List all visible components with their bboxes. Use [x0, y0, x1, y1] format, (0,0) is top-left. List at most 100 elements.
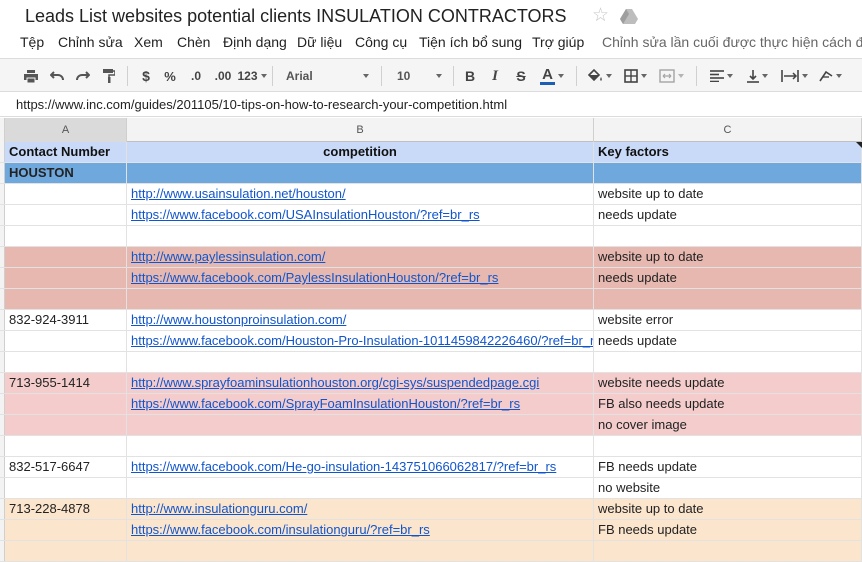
menu-view[interactable]: Xem	[134, 34, 163, 50]
cell-a[interactable]	[5, 331, 127, 352]
column-header-b[interactable]: B	[127, 118, 594, 142]
cell-a[interactable]	[5, 205, 127, 226]
cell-c[interactable]: FB needs update	[594, 457, 862, 478]
menu-addons[interactable]: Tiện ích bổ sung	[419, 34, 522, 50]
cell-a[interactable]	[5, 520, 127, 541]
cell-c[interactable]	[594, 541, 862, 562]
cell-c[interactable]: website up to date	[594, 184, 862, 205]
strikethrough-button[interactable]: S	[511, 65, 531, 87]
text-color-button[interactable]: A	[535, 65, 569, 87]
currency-format-button[interactable]: $	[136, 65, 156, 87]
cell-b[interactable]	[127, 163, 594, 184]
cell-c[interactable]: website up to date	[594, 247, 862, 268]
italic-button[interactable]: I	[485, 65, 505, 87]
cell-c[interactable]	[594, 226, 862, 247]
move-to-folder-icon[interactable]	[620, 8, 638, 24]
url-link[interactable]: https://www.facebook.com/Houston-Pro-Ins…	[131, 333, 593, 348]
cell-b[interactable]	[127, 478, 594, 499]
font-size-dropdown[interactable]: 10	[393, 65, 445, 87]
borders-button[interactable]	[619, 65, 651, 87]
print-icon[interactable]	[20, 65, 42, 87]
horizontal-align-button[interactable]	[704, 65, 738, 87]
url-link[interactable]: http://www.sprayfoaminsulationhouston.or…	[131, 375, 539, 390]
cell-a[interactable]	[5, 352, 127, 373]
cell-b[interactable]: https://www.facebook.com/SprayFoamInsula…	[127, 394, 594, 415]
cell-a[interactable]: 832-517-6647	[5, 457, 127, 478]
url-link[interactable]: https://www.facebook.com/SprayFoamInsula…	[131, 396, 520, 411]
url-link[interactable]: http://www.houstonproinsulation.com/	[131, 312, 346, 327]
cell-b[interactable]: https://www.facebook.com/He-go-insulatio…	[127, 457, 594, 478]
menu-edit[interactable]: Chỉnh sửa	[58, 34, 123, 50]
increase-decimal-button[interactable]: .00	[210, 65, 236, 87]
cell-c[interactable]: needs update	[594, 331, 862, 352]
cell-b[interactable]: http://www.houstonproinsulation.com/	[127, 310, 594, 331]
cell-a[interactable]	[5, 436, 127, 457]
undo-icon[interactable]	[46, 65, 68, 87]
cell-b[interactable]	[127, 289, 594, 310]
cell-a[interactable]	[5, 541, 127, 562]
cell-c[interactable]: FB also needs update	[594, 394, 862, 415]
menu-insert[interactable]: Chèn	[177, 34, 210, 50]
cell-c[interactable]: no website	[594, 478, 862, 499]
header-cell-a[interactable]: Contact Number	[5, 142, 127, 163]
more-formats-dropdown[interactable]: 123	[236, 65, 268, 87]
url-link[interactable]: http://www.paylessinsulation.com/	[131, 249, 325, 264]
cell-b[interactable]: http://www.insulationguru.com/	[127, 499, 594, 520]
cell-c[interactable]: needs update	[594, 268, 862, 289]
url-link[interactable]: http://www.insulationguru.com/	[131, 501, 307, 516]
cell-c[interactable]	[594, 352, 862, 373]
cell-a[interactable]: 713-955-1414	[5, 373, 127, 394]
last-edit-link[interactable]: Chỉnh sửa lần cuối được thực hiện cách đ…	[602, 34, 862, 50]
header-cell-b[interactable]: competition	[127, 142, 594, 163]
cell-b[interactable]: http://www.sprayfoaminsulationhouston.or…	[127, 373, 594, 394]
cell-b[interactable]	[127, 541, 594, 562]
cell-a[interactable]	[5, 289, 127, 310]
cell-a[interactable]: HOUSTON	[5, 163, 127, 184]
cell-b[interactable]: http://www.paylessinsulation.com/	[127, 247, 594, 268]
cell-c[interactable]: needs update	[594, 205, 862, 226]
cell-b[interactable]	[127, 436, 594, 457]
paint-format-icon[interactable]	[98, 65, 120, 87]
menu-file[interactable]: Tệp	[20, 34, 44, 50]
text-rotation-button[interactable]	[814, 65, 846, 87]
text-wrapping-button[interactable]	[776, 65, 812, 87]
menu-tools[interactable]: Công cụ	[355, 34, 407, 50]
cell-a[interactable]	[5, 226, 127, 247]
decrease-decimal-button[interactable]: .0	[184, 65, 208, 87]
cell-c[interactable]	[594, 289, 862, 310]
url-link[interactable]: https://www.facebook.com/PaylessInsulati…	[131, 270, 498, 285]
cell-a[interactable]	[5, 268, 127, 289]
cell-a[interactable]	[5, 478, 127, 499]
formula-input[interactable]: https://www.inc.com/guides/201105/10-tip…	[16, 97, 507, 112]
percent-format-button[interactable]: %	[160, 65, 180, 87]
star-icon[interactable]: ☆	[592, 6, 609, 25]
redo-icon[interactable]	[72, 65, 94, 87]
url-link[interactable]: https://www.facebook.com/insulationguru/…	[131, 522, 430, 537]
cell-c[interactable]	[594, 163, 862, 184]
formula-bar[interactable]: https://www.inc.com/guides/201105/10-tip…	[0, 93, 862, 117]
menu-format[interactable]: Định dạng	[223, 34, 287, 50]
cell-c[interactable]	[594, 436, 862, 457]
cell-b[interactable]: https://www.facebook.com/insulationguru/…	[127, 520, 594, 541]
url-link[interactable]: https://www.facebook.com/USAInsulationHo…	[131, 207, 480, 222]
cell-a[interactable]: 832-924-3911	[5, 310, 127, 331]
cell-b[interactable]	[127, 415, 594, 436]
font-family-dropdown[interactable]: Arial	[282, 65, 372, 87]
url-link[interactable]: https://www.facebook.com/He-go-insulatio…	[131, 459, 556, 474]
merge-cells-button[interactable]	[654, 65, 688, 87]
cell-c[interactable]: no cover image	[594, 415, 862, 436]
cell-a[interactable]: 713-228-4878	[5, 499, 127, 520]
url-link[interactable]: http://www.usainsulation.net/houston/	[131, 186, 346, 201]
column-header-c[interactable]: C	[594, 118, 862, 142]
cell-b[interactable]: http://www.usainsulation.net/houston/	[127, 184, 594, 205]
cell-b[interactable]: https://www.facebook.com/PaylessInsulati…	[127, 268, 594, 289]
document-title[interactable]: Leads List websites potential clients IN…	[25, 6, 567, 27]
column-header-a[interactable]: A	[5, 118, 127, 142]
menu-data[interactable]: Dữ liệu	[297, 34, 342, 50]
cell-b[interactable]: https://www.facebook.com/USAInsulationHo…	[127, 205, 594, 226]
menu-help[interactable]: Trợ giúp	[532, 34, 584, 50]
header-cell-c[interactable]: Key factors	[594, 142, 862, 163]
cell-a[interactable]	[5, 184, 127, 205]
cell-a[interactable]	[5, 247, 127, 268]
cell-b[interactable]	[127, 352, 594, 373]
